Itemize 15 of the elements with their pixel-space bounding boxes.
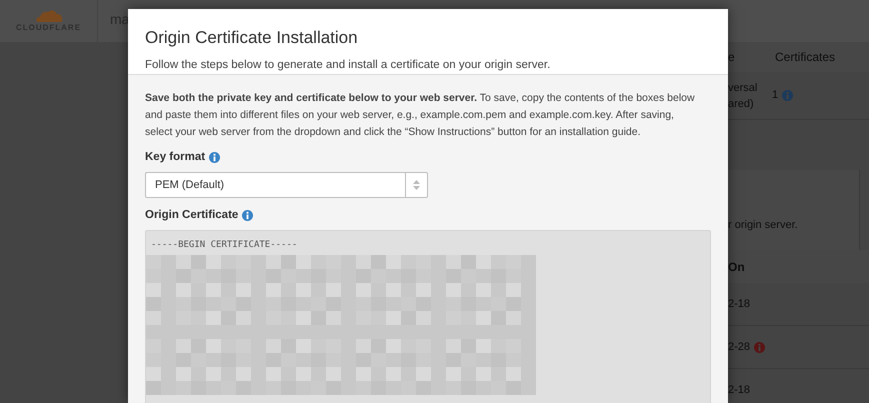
- key-format-select[interactable]: PEM (Default): [145, 172, 428, 198]
- info-icon: [782, 90, 794, 101]
- certificate-textarea[interactable]: -----BEGIN CERTIFICATE-----: [145, 230, 711, 403]
- info-icon: [209, 152, 220, 163]
- modal-title: Origin Certificate Installation: [145, 27, 359, 49]
- sort-arrows-icon: [413, 180, 420, 190]
- column-header: Certificates: [775, 49, 836, 66]
- modal-subtitle: Follow the steps below to generate and install a certificate on your origin server.: [145, 58, 552, 72]
- field-label: Origin Certificate: [145, 208, 238, 223]
- field-label: Key format: [145, 150, 206, 165]
- certificate-text: -----BEGIN CERTIFICATE-----: [150, 239, 298, 252]
- info-icon: [242, 210, 254, 222]
- column-header: On: [728, 258, 745, 276]
- cloud-logo-icon: [34, 8, 64, 22]
- instructions-text: Save both the private key and certificate below to your web server. To save, copy the contents of the boxes below and paste them into different files on your web server, e.g., example.com.pem and example.com.key. After saving, select your web server from the dropdown and click the “Show Instructions” button for an installation guide.: [145, 90, 695, 140]
